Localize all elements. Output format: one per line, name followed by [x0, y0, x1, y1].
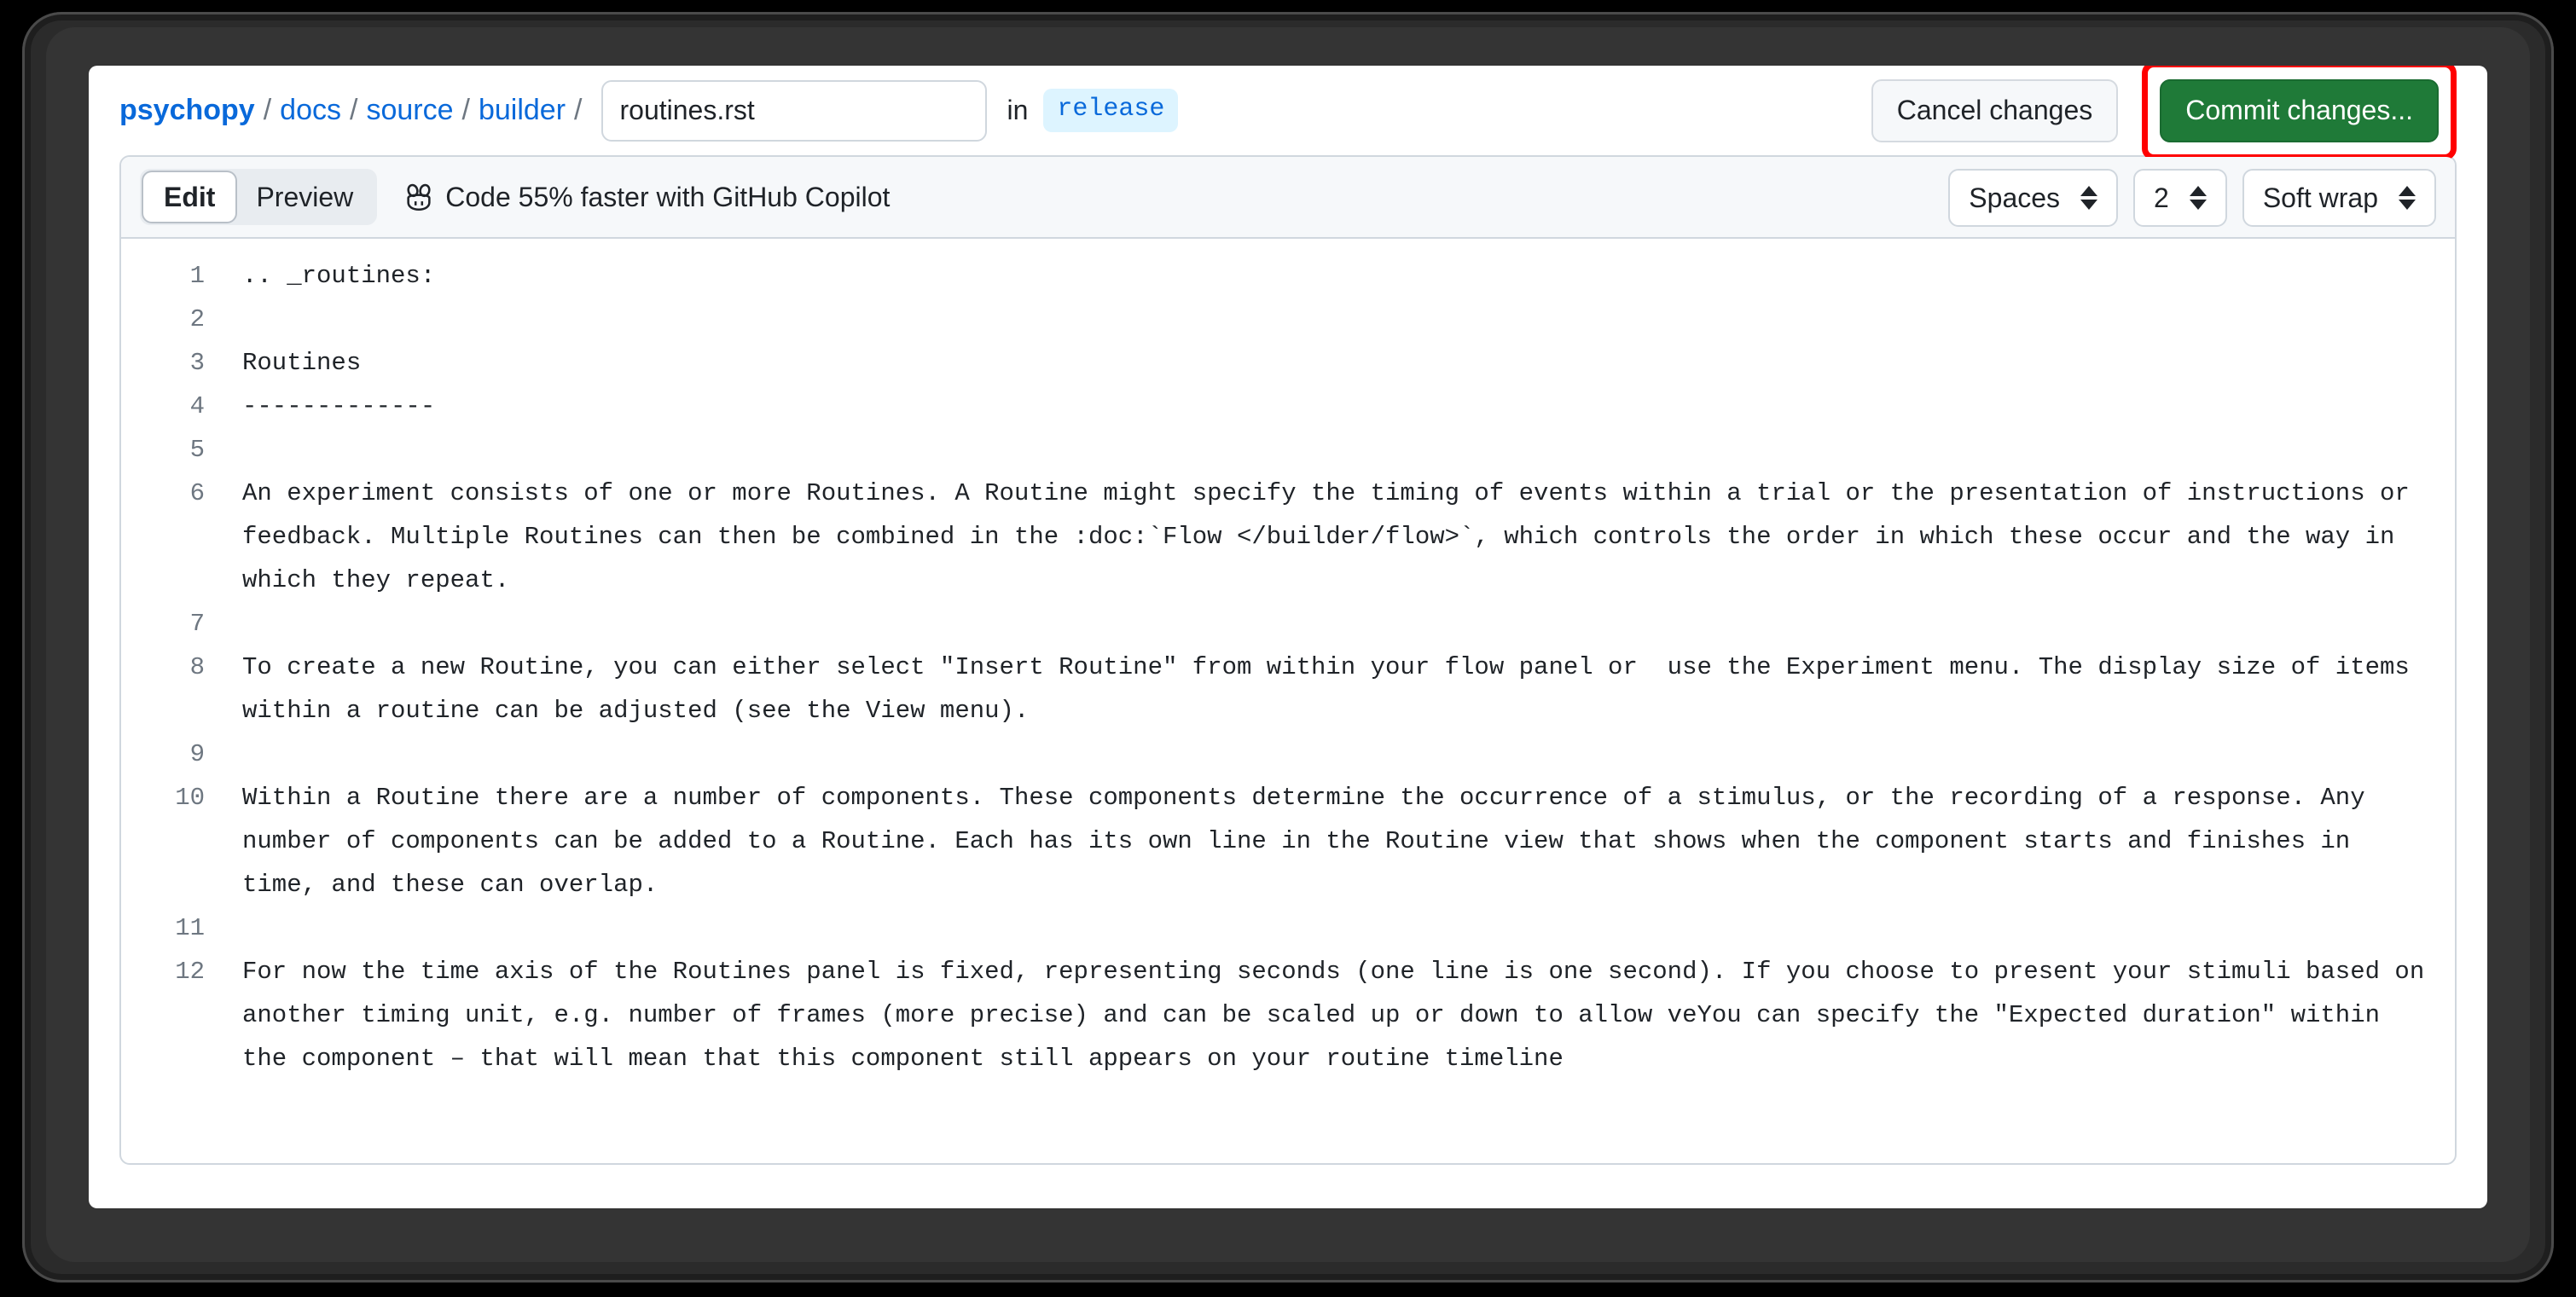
code-line[interactable]: To create a new Routine, you can either … — [242, 646, 2429, 732]
code-line[interactable]: ------------- — [242, 385, 2429, 428]
indent-mode-value: Spaces — [1969, 182, 2061, 213]
chevron-updown-icon — [2399, 186, 2416, 210]
device-screen: psychopy / docs / source / builder / in … — [46, 27, 2530, 1262]
breadcrumb: psychopy / docs / source / builder / — [119, 94, 591, 127]
tab-preview[interactable]: Preview — [235, 172, 374, 222]
edit-preview-toggle: Edit Preview — [140, 169, 378, 225]
line-number: 7 — [189, 610, 205, 638]
file-editor: Edit Preview Code 55% faster with GitHub… — [119, 155, 2457, 1165]
line-number: 1 — [189, 262, 205, 290]
breadcrumb-link-source[interactable]: source — [366, 94, 453, 127]
line-number: 11 — [175, 914, 205, 942]
code-line[interactable]: An experiment consists of one or more Ro… — [242, 472, 2429, 602]
breadcrumb-separator: / — [263, 94, 272, 126]
wrap-mode-value: Soft wrap — [2262, 182, 2378, 213]
code-line[interactable] — [242, 428, 2429, 472]
line-number: 6 — [189, 479, 205, 507]
chevron-updown-icon — [2080, 186, 2098, 210]
line-number: 4 — [189, 392, 205, 420]
editor-header: psychopy / docs / source / builder / in … — [89, 66, 2487, 160]
line-number-gutter: 1 2 3 4 5 6 7 8 9 10 11 12 — [121, 254, 205, 1080]
code-line[interactable]: Within a Routine there are a number of c… — [242, 776, 2429, 906]
breadcrumb-separator: / — [574, 94, 583, 126]
indent-mode-select[interactable]: Spaces — [1948, 169, 2119, 227]
chevron-updown-icon — [2189, 186, 2207, 210]
code-line[interactable] — [242, 906, 2429, 950]
copilot-promo[interactable]: Code 55% faster with GitHub Copilot — [403, 181, 890, 213]
commit-changes-highlight-box: Commit changes... — [2142, 66, 2457, 160]
line-number: 12 — [175, 958, 205, 986]
wrap-mode-select[interactable]: Soft wrap — [2242, 169, 2436, 227]
line-number: 8 — [189, 653, 205, 681]
header-actions: Cancel changes Commit changes... — [1871, 66, 2457, 160]
filename-input[interactable] — [600, 79, 987, 142]
copilot-promo-label: Code 55% faster with GitHub Copilot — [445, 181, 891, 212]
code-line[interactable] — [242, 298, 2429, 341]
code-line[interactable] — [242, 602, 2429, 646]
indent-size-select[interactable]: 2 — [2133, 169, 2227, 227]
breadcrumb-separator: / — [350, 94, 358, 126]
line-number: 5 — [189, 436, 205, 464]
github-file-editor-page: psychopy / docs / source / builder / in … — [89, 66, 2487, 1208]
copilot-icon — [403, 181, 435, 213]
code-line[interactable]: Routines — [242, 341, 2429, 385]
breadcrumb-link-docs[interactable]: docs — [280, 94, 341, 127]
line-number: 10 — [175, 784, 205, 812]
code-line[interactable]: For now the time axis of the Routines pa… — [242, 950, 2429, 1080]
line-number: 3 — [189, 349, 205, 377]
tab-edit[interactable]: Edit — [143, 172, 236, 222]
in-label: in — [1007, 95, 1029, 125]
code-content[interactable]: .. _routines: Routines ------------- An exp… — [205, 254, 2455, 1080]
cancel-changes-button[interactable]: Cancel changes — [1871, 78, 2119, 142]
breadcrumb-link-psychopy[interactable]: psychopy — [119, 94, 255, 127]
line-number: 9 — [189, 740, 205, 768]
commit-changes-button[interactable]: Commit changes... — [2160, 78, 2439, 142]
breadcrumb-separator: / — [461, 94, 470, 126]
editor-toolbar: Edit Preview Code 55% faster with GitHub… — [121, 157, 2455, 239]
device-frame: psychopy / docs / source / builder / in … — [22, 12, 2554, 1283]
indent-size-value: 2 — [2154, 182, 2169, 213]
editor-settings: Spaces 2 Soft wrap — [1948, 157, 2436, 239]
branch-badge: release — [1043, 89, 1179, 132]
breadcrumb-link-builder[interactable]: builder — [479, 94, 566, 127]
code-line[interactable]: .. _routines: — [242, 254, 2429, 298]
code-editor-area[interactable]: 1 2 3 4 5 6 7 8 9 10 11 12 .. _routines: Routines ---… — [121, 239, 2455, 1080]
line-number: 2 — [189, 305, 205, 333]
code-line[interactable] — [242, 732, 2429, 776]
